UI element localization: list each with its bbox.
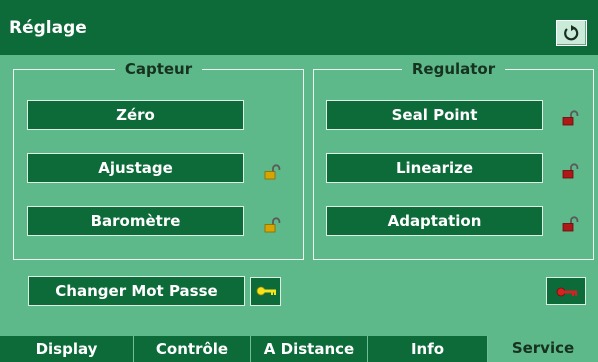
change-password-button[interactable]: Changer Mot Passe <box>28 276 245 306</box>
linearize-button[interactable]: Linearize <box>326 153 543 183</box>
refresh-button[interactable] <box>556 20 587 46</box>
tab-a-distance[interactable]: A Distance <box>251 336 368 362</box>
regulator-legend: Regulator <box>401 60 506 78</box>
ajustage-button[interactable]: Ajustage <box>27 153 244 183</box>
yellow-key-button[interactable] <box>250 277 281 306</box>
adaptation-button[interactable]: Adaptation <box>326 206 543 236</box>
red-key-button[interactable] <box>546 277 586 305</box>
refresh-icon <box>564 25 579 41</box>
tab-controle[interactable]: Contrôle <box>134 336 251 362</box>
unlocked-lock-icon <box>562 110 579 126</box>
tab-display[interactable]: Display <box>0 336 134 362</box>
unlocked-lock-icon <box>562 163 579 179</box>
tab-info[interactable]: Info <box>368 336 488 362</box>
unlocked-lock-icon <box>264 164 281 180</box>
unlocked-lock-icon <box>562 216 579 232</box>
seal-point-button[interactable]: Seal Point <box>326 100 543 130</box>
unlocked-lock-icon <box>264 217 281 233</box>
tab-service[interactable]: Service <box>488 334 598 362</box>
tab-bar: Display Contrôle A Distance Info Service <box>0 334 598 362</box>
window-title: Réglage <box>9 18 87 38</box>
settings-panel: Réglage Capteur Zéro Ajustage Baromètre … <box>0 0 598 362</box>
yellow-key-icon <box>256 286 276 296</box>
red-key-icon <box>556 287 577 297</box>
barometre-button[interactable]: Baromètre <box>27 206 244 236</box>
capteur-legend: Capteur <box>114 60 203 78</box>
zero-button[interactable]: Zéro <box>27 100 244 130</box>
title-bar: Réglage <box>0 0 598 55</box>
